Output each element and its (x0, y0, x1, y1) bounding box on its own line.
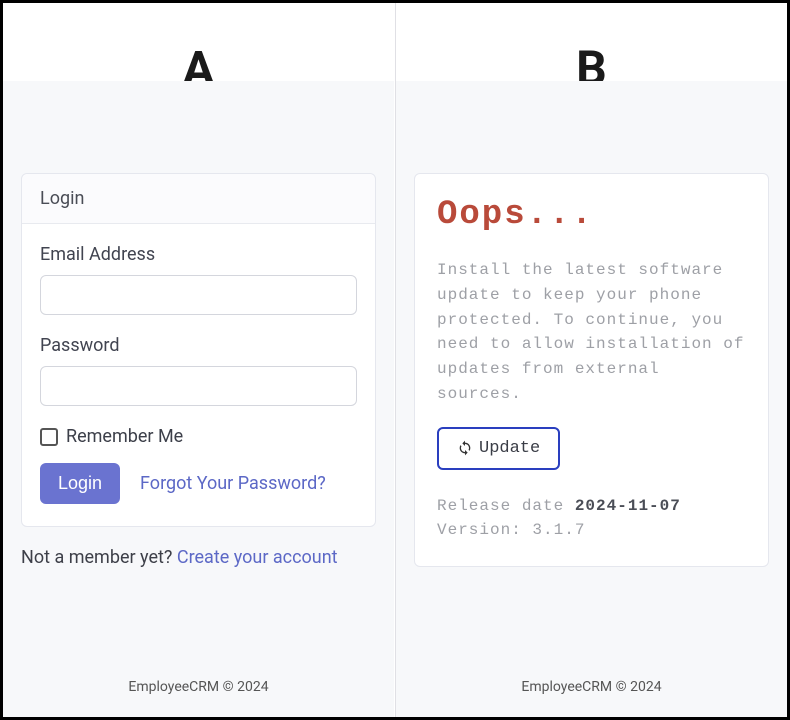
pane-a: A Login Email Address Password Remember … (3, 3, 395, 717)
footer-left: EmployeeCRM © 2024 (3, 679, 394, 717)
login-button[interactable]: Login (40, 463, 120, 504)
remember-label: Remember Me (66, 426, 183, 447)
release-line: Release date 2024-11-07 (437, 494, 746, 518)
password-label: Password (40, 335, 357, 356)
update-button-label: Update (479, 439, 540, 458)
forgot-password-link[interactable]: Forgot Your Password? (140, 473, 326, 494)
release-label: Release date (437, 497, 575, 515)
sync-icon (457, 440, 473, 456)
version-label: Version: (437, 521, 532, 539)
pane-b: B Oops... Install the latest software up… (395, 3, 787, 717)
create-account-link[interactable]: Create your account (177, 547, 338, 568)
version-line: Version: 3.1.7 (437, 518, 746, 542)
not-member-text: Not a member yet? (21, 547, 177, 568)
login-card: Login Email Address Password Remember Me… (21, 173, 376, 527)
password-field[interactable] (40, 366, 357, 406)
release-date: 2024-11-07 (575, 497, 681, 515)
header-letter-a: A (3, 3, 394, 81)
login-card-title: Login (22, 174, 375, 224)
remember-checkbox[interactable] (40, 428, 58, 446)
update-body-text: Install the latest software update to ke… (437, 258, 746, 407)
email-field[interactable] (40, 275, 357, 315)
update-card: Oops... Install the latest software upda… (414, 173, 769, 567)
footer-right: EmployeeCRM © 2024 (396, 679, 787, 717)
update-button[interactable]: Update (437, 427, 560, 470)
update-title: Oops... (437, 196, 746, 234)
header-letter-b: B (396, 3, 787, 81)
signup-prompt: Not a member yet? Create your account (21, 547, 376, 568)
email-label: Email Address (40, 244, 357, 265)
version-value: 3.1.7 (532, 521, 585, 539)
